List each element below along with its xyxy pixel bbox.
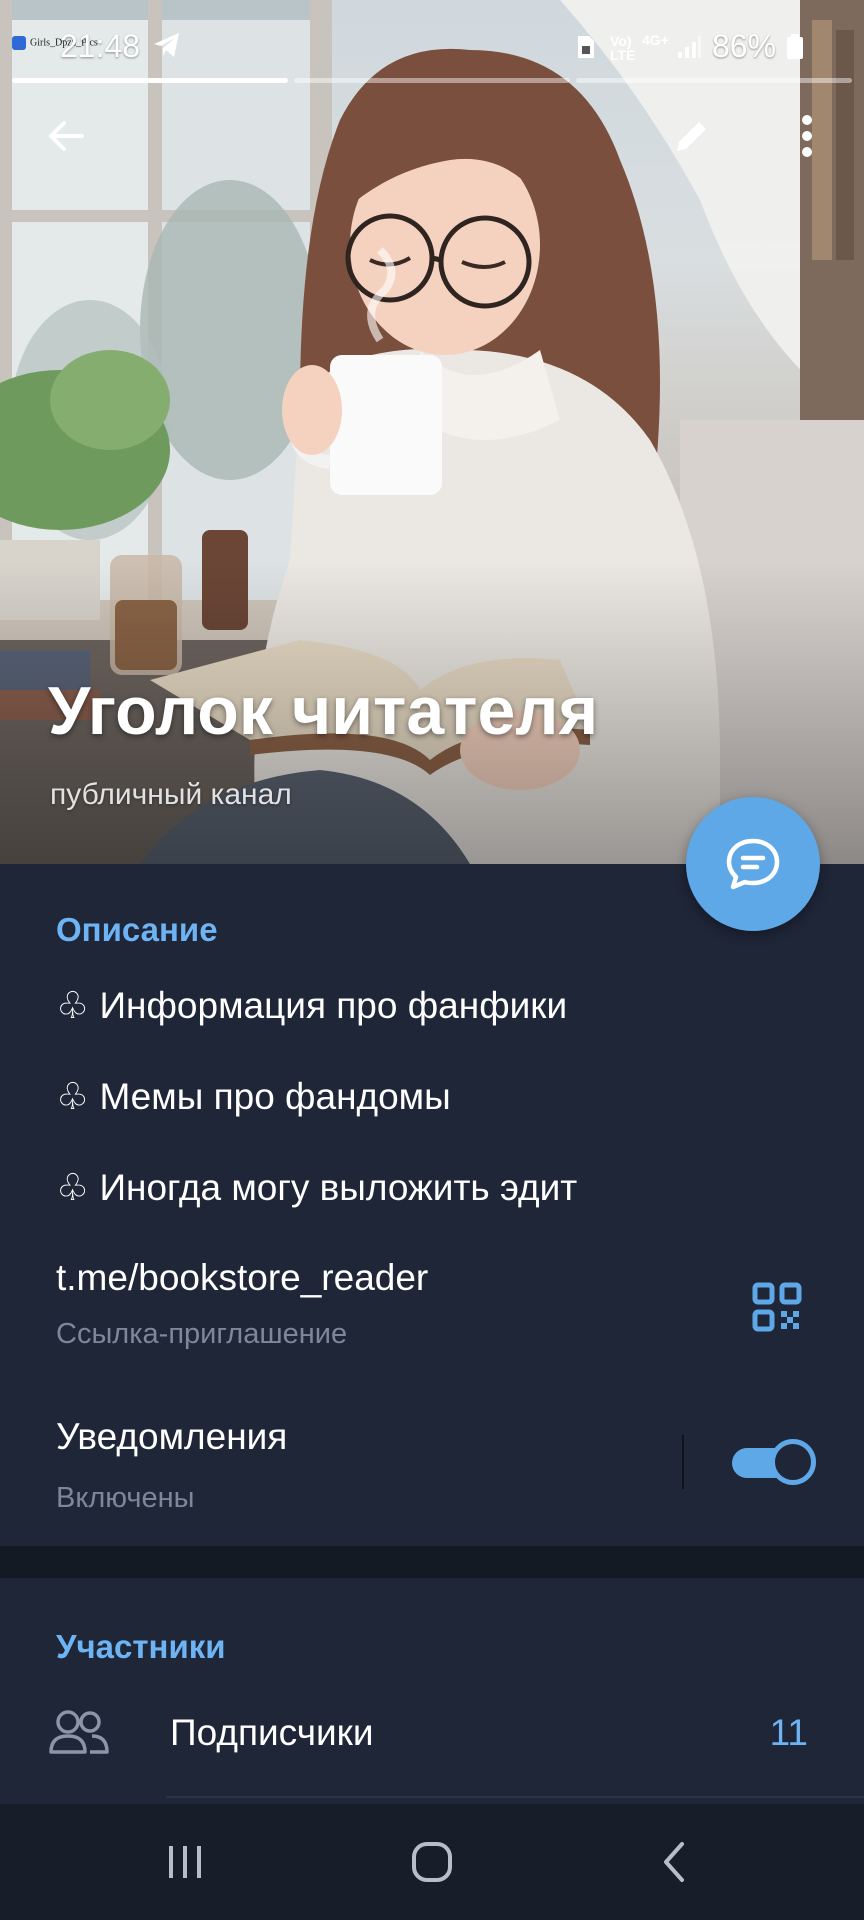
users-icon: [48, 1708, 110, 1763]
story-progress-segment: [294, 78, 570, 83]
members-panel: [0, 1578, 864, 1804]
edit-button[interactable]: [662, 106, 722, 166]
description-line: ♧ Мемы про фандомы: [56, 1076, 451, 1117]
channel-profile-screen: Girls_Dpzz_Pics 21:48 Vo) LTE 4G+ 86% Уг…: [0, 0, 864, 1920]
open-chat-button[interactable]: [686, 797, 820, 931]
system-navigation-bar: [0, 1804, 864, 1920]
sim-icon: [576, 34, 596, 65]
back-button[interactable]: [36, 106, 96, 166]
description-line: ♧ Информация про фанфики: [56, 985, 568, 1026]
invite-link-url[interactable]: t.me/bookstore_reader: [56, 1257, 428, 1299]
invite-link-label: Ссылка-приглашение: [56, 1318, 348, 1350]
toggle-knob: [770, 1439, 816, 1485]
story-progress-segment: [576, 78, 852, 83]
pencil-icon: [677, 122, 706, 151]
qr-code-icon: [752, 1282, 802, 1332]
status-bar: Girls_Dpzz_Pics 21:48 Vo) LTE 4G+ 86%: [0, 0, 864, 96]
row-divider: [166, 1796, 864, 1798]
story-progress-segment: [12, 78, 288, 83]
notifications-divider: [682, 1435, 684, 1489]
description-section-label: Описание: [56, 911, 218, 948]
signal-icon: [676, 34, 702, 65]
recents-icon: [169, 1846, 201, 1878]
battery-level: 86%: [712, 28, 777, 64]
home-button[interactable]: [402, 1834, 462, 1890]
subscribers-count: 11: [769, 1712, 808, 1753]
recents-button[interactable]: [160, 1834, 210, 1890]
more-vertical-icon: [802, 115, 812, 157]
subscribers-row[interactable]: Подписчики 11: [0, 1700, 864, 1770]
subscribers-label: Подписчики: [170, 1712, 374, 1753]
notifications-state: Включены: [56, 1482, 195, 1514]
network-bottom-label: LTE: [610, 47, 636, 63]
members-section-label: Участники: [56, 1628, 226, 1665]
story-progress: [12, 78, 852, 83]
nav-back-button[interactable]: [650, 1834, 700, 1890]
qr-code-button[interactable]: [752, 1282, 802, 1337]
telegram-icon: [152, 30, 182, 65]
home-icon: [412, 1842, 452, 1882]
arrow-left-icon: [49, 121, 84, 151]
battery-icon: [786, 34, 804, 65]
nav-back-icon: [664, 1842, 684, 1882]
more-menu-button[interactable]: [782, 106, 832, 166]
section-gap: [0, 1546, 864, 1578]
channel-title: Уголок читателя: [48, 673, 599, 749]
notifications-toggle[interactable]: [732, 1439, 816, 1485]
notifications-title: Уведомления: [56, 1416, 288, 1457]
channel-type: публичный канал: [50, 778, 292, 811]
chat-bubble-icon: [726, 838, 780, 890]
status-time: 21:48: [60, 28, 141, 64]
description-line: ♧ Иногда могу выложить эдит: [56, 1167, 578, 1208]
network-generation: 4G+: [642, 32, 669, 48]
